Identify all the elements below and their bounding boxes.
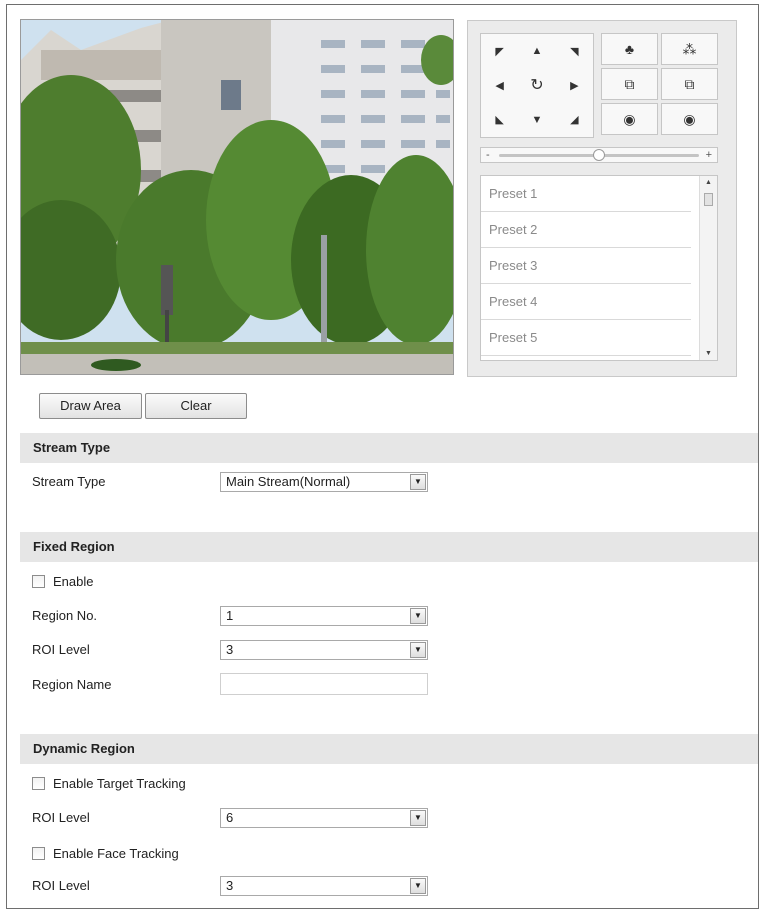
chevron-down-icon[interactable]: ▼ xyxy=(410,608,426,624)
auto-pan-icon[interactable]: ↻ xyxy=(518,68,555,102)
dynamic-region-section-header: Dynamic Region xyxy=(20,734,758,764)
ptz-speed-slider[interactable]: - + xyxy=(480,147,718,163)
iris-close-icon[interactable]: ◉ xyxy=(661,103,718,135)
target-roi-level-value: 6 xyxy=(226,810,234,825)
face-tracking-checkbox[interactable] xyxy=(32,847,45,860)
stream-type-section-header: Stream Type xyxy=(20,433,758,463)
face-tracking-checkbox-row[interactable]: Enable Face Tracking xyxy=(32,846,179,861)
region-no-select[interactable]: 1 ▼ xyxy=(220,606,428,626)
region-name-label: Region Name xyxy=(32,677,112,692)
scroll-up-icon[interactable]: ▲ xyxy=(700,179,717,186)
focus-far-icon[interactable]: ⧉ xyxy=(661,68,718,100)
chevron-down-icon[interactable]: ▼ xyxy=(410,642,426,658)
target-tracking-checkbox[interactable] xyxy=(32,777,45,790)
zoom-in-icon[interactable]: ♣ xyxy=(601,33,658,65)
speed-slider-thumb[interactable] xyxy=(593,149,605,161)
region-name-input[interactable] xyxy=(220,673,428,695)
live-video-preview[interactable] xyxy=(20,19,454,375)
region-no-label: Region No. xyxy=(32,608,98,623)
target-roi-level-label: ROI Level xyxy=(32,810,90,825)
focus-near-icon[interactable]: ⧉ xyxy=(601,68,658,100)
fixed-roi-level-value: 3 xyxy=(226,642,234,657)
target-tracking-checkbox-row[interactable]: Enable Target Tracking xyxy=(32,776,186,791)
pan-left-icon[interactable]: ◀ xyxy=(481,68,518,102)
pan-down-right-icon[interactable]: ◢ xyxy=(556,103,593,137)
preset-item[interactable]: Preset 1 xyxy=(481,176,691,212)
stream-type-label: Stream Type xyxy=(32,474,106,489)
direction-pad: ◤ ▲ ◥ ◀ ↻ ▶ ◣ ▼ ◢ xyxy=(480,33,594,138)
scroll-down-icon[interactable]: ▼ xyxy=(700,350,717,357)
fixed-roi-level-label: ROI Level xyxy=(32,642,90,657)
pan-up-left-icon[interactable]: ◤ xyxy=(481,34,518,68)
face-roi-level-value: 3 xyxy=(226,878,234,893)
stream-type-select[interactable]: Main Stream(Normal) ▼ xyxy=(220,472,428,492)
lens-function-grid: ♣ ⁂ ⧉ ⧉ ◉ ◉ xyxy=(601,33,718,135)
pan-right-icon[interactable]: ▶ xyxy=(556,68,593,102)
ptz-control-panel: ◤ ▲ ◥ ◀ ↻ ▶ ◣ ▼ ◢ ♣ ⁂ ⧉ ⧉ ◉ ◉ - + Preset 1 Preset 2 Pre… xyxy=(467,20,737,377)
pan-up-right-icon[interactable]: ◥ xyxy=(556,34,593,68)
fixed-enable-checkbox[interactable] xyxy=(32,575,45,588)
clear-button[interactable]: Clear xyxy=(145,393,247,419)
stream-type-value: Main Stream(Normal) xyxy=(226,474,351,489)
street-scene-image xyxy=(21,20,453,374)
chevron-down-icon[interactable]: ▼ xyxy=(410,474,426,490)
speed-minus-icon: - xyxy=(486,149,490,161)
preset-item[interactable]: Preset 4 xyxy=(481,284,691,320)
chevron-down-icon[interactable]: ▼ xyxy=(410,810,426,826)
pan-down-icon[interactable]: ▼ xyxy=(518,103,555,137)
zoom-out-icon[interactable]: ⁂ xyxy=(661,33,718,65)
preset-item[interactable]: Preset 2 xyxy=(481,212,691,248)
face-tracking-label: Enable Face Tracking xyxy=(53,846,179,861)
target-roi-level-select[interactable]: 6 ▼ xyxy=(220,808,428,828)
pan-down-left-icon[interactable]: ◣ xyxy=(481,103,518,137)
preset-list: Preset 1 Preset 2 Preset 3 Preset 4 Preset 5… xyxy=(480,175,718,361)
preset-item[interactable]: Preset 5 xyxy=(481,320,691,356)
fixed-enable-checkbox-row[interactable]: Enable xyxy=(32,574,93,589)
fixed-region-section-header: Fixed Region xyxy=(20,532,758,562)
preset-scrollbar[interactable]: ▲ ▼ xyxy=(699,176,717,360)
target-tracking-label: Enable Target Tracking xyxy=(53,776,186,791)
face-roi-level-select[interactable]: 3 ▼ xyxy=(220,876,428,896)
scroll-thumb[interactable] xyxy=(704,193,713,206)
preset-item[interactable]: Preset 3 xyxy=(481,248,691,284)
face-roi-level-label: ROI Level xyxy=(32,878,90,893)
draw-area-button[interactable]: Draw Area xyxy=(39,393,142,419)
speed-plus-icon: + xyxy=(705,149,712,161)
pan-up-icon[interactable]: ▲ xyxy=(518,34,555,68)
fixed-enable-label: Enable xyxy=(53,574,94,589)
region-no-value: 1 xyxy=(226,608,234,623)
chevron-down-icon[interactable]: ▼ xyxy=(410,878,426,894)
fixed-roi-level-select[interactable]: 3 ▼ xyxy=(220,640,428,660)
iris-open-icon[interactable]: ◉ xyxy=(601,103,658,135)
